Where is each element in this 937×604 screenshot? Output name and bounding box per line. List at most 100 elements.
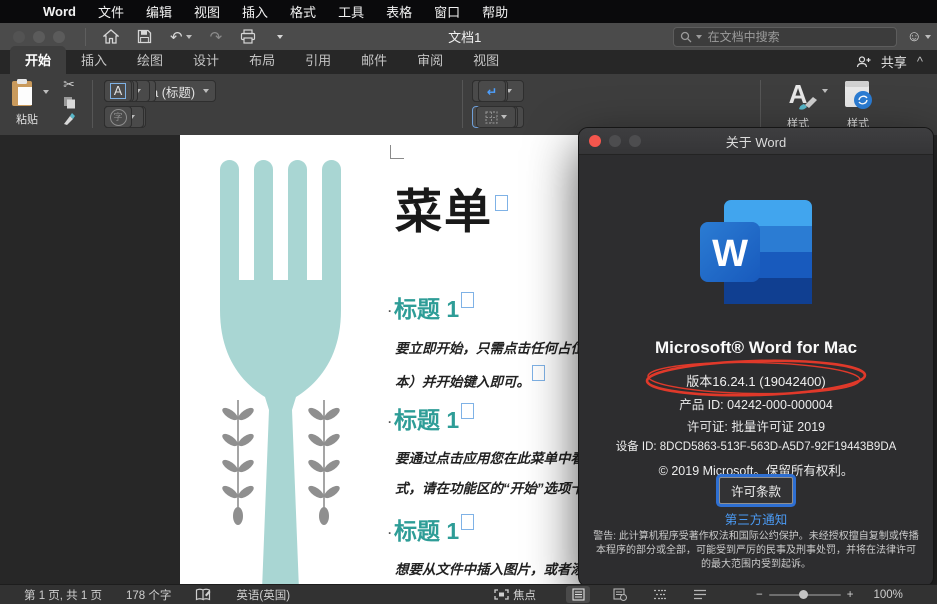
menu-tools[interactable]: 工具 [327,2,375,21]
paste-button[interactable]: 粘贴 [10,78,44,127]
close-window-button[interactable] [13,31,25,43]
word-count[interactable]: 178 个字 [114,587,183,603]
status-bar: 第 1 页, 共 1 页 178 个字 英语(英国) 焦点 − + 100% [0,584,937,604]
doc-title: 菜单 [395,173,508,242]
window-controls [0,31,77,43]
placeholder-glyph [461,514,474,530]
dialog-title: 关于 Word [579,132,933,151]
wheat-sprig-left [220,400,255,525]
minimize-window-button[interactable] [33,31,45,43]
doc-paragraph-line: 式，请在功能区的“开始”选项卡上 [395,477,590,497]
device-id: 设备 ID: 8DCD5863-513F-563D-A5D7-92F19443B… [579,438,933,454]
paste-label: 粘贴 [10,111,44,127]
search-field[interactable] [673,27,897,47]
tab-insert[interactable]: 插入 [66,46,122,74]
undo-icon: ↶ [170,28,183,46]
styles-pane-button[interactable]: 样式 [832,79,884,131]
borders-icon [485,111,498,124]
menu-word[interactable]: Word [32,4,87,19]
cut-icon[interactable]: ✂ [63,76,75,93]
search-icon [680,31,692,43]
margin-crop-mark [390,145,404,159]
enclose-characters-button[interactable]: 字 [104,106,132,128]
menu-bar: Word 文件 编辑 视图 插入 格式 工具 表格 窗口 帮助 [0,0,937,23]
zoom-window-button[interactable] [53,31,65,43]
document-page[interactable]: 菜单 ·标题 1 要立即开始，只需点击任何占位 本）并开始键入即可。 ·标题 1… [180,135,590,584]
copy-icon[interactable] [63,96,76,109]
menu-insert[interactable]: 插入 [231,2,279,21]
menu-view[interactable]: 视图 [183,2,231,21]
third-party-notices-link[interactable]: 第三方通知 [579,509,933,528]
page-indicator[interactable]: 第 1 页, 共 1 页 [0,587,114,603]
zoom-out-button[interactable]: − [756,589,763,601]
document-title: 文档1 [448,27,481,46]
menu-help[interactable]: 帮助 [471,2,519,21]
doc-heading-1: ·标题 1 [388,290,474,324]
tab-references[interactable]: 引用 [290,46,346,74]
tab-mailings[interactable]: 邮件 [346,46,402,74]
doc-heading-2: ·标题 1 [388,401,474,435]
search-scope-caret[interactable] [696,35,702,39]
placeholder-glyph [461,403,474,419]
tab-layout[interactable]: 布局 [234,46,290,74]
focus-icon [494,589,509,600]
share-button[interactable]: 共享 [881,52,907,71]
doc-paragraph-line: 本）并开始键入即可。 [395,365,590,391]
tab-review[interactable]: 审阅 [402,46,458,74]
doc-paragraph-line: 要通过点击应用您在此菜单中看 [395,447,590,467]
focus-mode-button[interactable]: 焦点 [482,587,548,603]
print-layout-view-button[interactable] [566,586,590,603]
styles-pane-icon [843,79,873,111]
word-app-icon: W [698,198,814,306]
license-terms-button[interactable]: 许可条款 [719,477,793,504]
tab-view[interactable]: 视图 [458,46,514,74]
character-border-button[interactable]: A [104,80,132,102]
menu-format[interactable]: 格式 [279,2,327,21]
doc-paragraph-line: 要立即开始，只需点击任何占位 [395,337,590,357]
zoom-slider-thumb[interactable] [799,590,808,599]
menu-window[interactable]: 窗口 [423,2,471,21]
toolbar-divider [85,28,86,46]
language-indicator[interactable]: 英语(英国) [224,587,302,603]
tab-draw[interactable]: 绘图 [122,46,178,74]
placeholder-glyph [461,292,474,308]
draft-view-button[interactable] [688,586,712,603]
paste-clipboard-icon [10,78,36,108]
zoom-slider[interactable] [769,594,841,596]
tab-design[interactable]: 设计 [178,46,234,74]
doc-heading-3: ·标题 1 [388,512,474,546]
share-person-icon [856,56,871,68]
app-name: Microsoft® Word for Mac [579,338,933,358]
ribbon-tab-bar: 开始 插入 绘图 设计 布局 引用 邮件 审阅 视图 共享 ^ [0,50,937,74]
doc-paragraph-line: 想要从文件中插入图片，或者添 [395,558,590,578]
undo-dropdown-caret[interactable] [186,35,192,39]
borders-button[interactable] [476,106,516,128]
wheat-sprig-right [306,400,341,525]
about-word-dialog: 关于 Word W Microsoft® Word for Mac 版本16.2… [578,127,934,587]
format-painter-icon[interactable] [62,112,76,126]
outline-view-button[interactable] [648,586,672,603]
search-input[interactable] [706,29,890,45]
copyright-warning: 警告: 此计算机程序受著作权法和国际公约保护。未经授权擅自复制或传播本程序的部分… [593,530,919,572]
zoom-in-button[interactable]: + [847,589,854,601]
web-layout-view-button[interactable] [608,586,632,603]
styles-brush-icon [797,95,819,111]
show-formatting-marks-button[interactable]: ↵ [478,80,506,102]
menu-table[interactable]: 表格 [375,2,423,21]
product-id: 产品 ID: 04242-000-000004 [579,394,933,413]
svg-text:W: W [712,233,748,275]
collapse-ribbon-icon[interactable]: ^ [917,54,923,69]
fork-illustration [198,160,360,584]
placeholder-glyph [532,365,545,381]
zoom-level[interactable]: 100% [861,589,914,601]
proofing-icon[interactable] [183,588,224,601]
tab-home[interactable]: 开始 [10,46,66,74]
feedback-smiley-button[interactable]: ☺ [897,28,937,45]
dialog-titlebar[interactable]: 关于 Word [579,128,933,155]
menu-edit[interactable]: 编辑 [135,2,183,21]
styles-button[interactable]: A 样式 [772,79,824,131]
redo-icon: ↷ [210,28,223,46]
menu-file[interactable]: 文件 [87,2,135,21]
smiley-icon: ☺ [907,28,922,45]
placeholder-glyph [495,195,508,211]
